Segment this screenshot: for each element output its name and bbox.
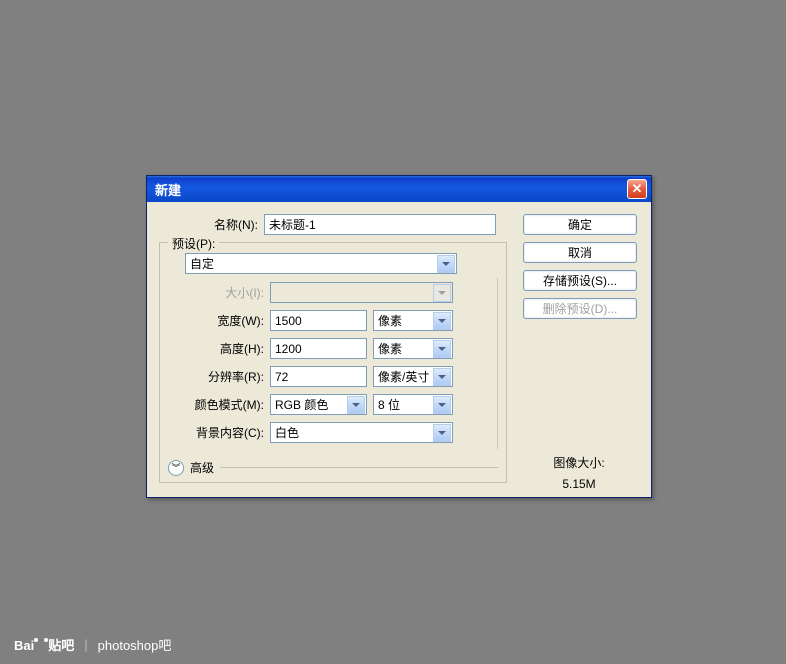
resolution-label: 分辨率(R): [186, 368, 270, 385]
cancel-button[interactable]: 取消 [523, 242, 637, 263]
divider [220, 467, 498, 468]
delete-preset-button: 删除预设(D)... [523, 298, 637, 319]
chevron-down-icon [433, 424, 451, 442]
chevron-down-icon [433, 340, 451, 358]
brand-logo: Bai贴吧 [14, 635, 74, 654]
new-document-dialog: 新建 ✕ 名称(N): 预设(P): 自定 [146, 175, 652, 498]
chevron-down-icon [433, 396, 451, 414]
titlebar[interactable]: 新建 ✕ [147, 176, 651, 202]
preset-label: 预设(P): [172, 235, 215, 252]
width-label: 宽度(W): [186, 312, 270, 329]
color-mode-label: 颜色模式(M): [186, 396, 270, 413]
section-name: photoshop吧 [98, 635, 172, 654]
name-label: 名称(N): [159, 216, 264, 233]
chevron-down-icon [433, 312, 451, 330]
save-preset-button[interactable]: 存储预设(S)... [523, 270, 637, 291]
bit-depth-select[interactable]: 8 位 [373, 394, 453, 415]
size-label: 大小(I): [186, 284, 270, 301]
image-size-label: 图像大小: [525, 454, 633, 471]
paw-icon [34, 638, 48, 650]
size-select [270, 282, 453, 303]
height-input[interactable] [270, 338, 367, 359]
bg-content-select[interactable]: 白色 [270, 422, 453, 443]
double-chevron-down-icon: ︾ [171, 461, 180, 474]
resolution-unit-select[interactable]: 像素/英寸 [373, 366, 453, 387]
image-size-value: 5.15M [525, 477, 633, 491]
chevron-down-icon [347, 396, 365, 414]
width-unit-select[interactable]: 像素 [373, 310, 453, 331]
width-input[interactable] [270, 310, 367, 331]
chevron-down-icon [433, 284, 451, 302]
preset-select[interactable]: 自定 [185, 253, 457, 274]
resolution-input[interactable] [270, 366, 367, 387]
color-mode-select[interactable]: RGB 颜色 [270, 394, 367, 415]
height-unit-select[interactable]: 像素 [373, 338, 453, 359]
chevron-down-icon [437, 255, 455, 273]
height-label: 高度(H): [186, 340, 270, 357]
ok-button[interactable]: 确定 [523, 214, 637, 235]
advanced-label: 高级 [190, 459, 214, 476]
name-input[interactable] [264, 214, 496, 235]
chevron-down-icon [433, 368, 451, 386]
dialog-title: 新建 [155, 180, 627, 199]
close-button[interactable]: ✕ [627, 179, 647, 199]
dialog-body: 名称(N): 预设(P): 自定 [147, 202, 651, 497]
advanced-toggle[interactable]: ︾ [168, 460, 184, 476]
bg-content-label: 背景内容(C): [186, 424, 270, 441]
close-icon: ✕ [632, 181, 643, 197]
image-size-info: 图像大小: 5.15M [525, 454, 633, 497]
button-column: 确定 取消 存储预设(S)... 删除预设(D)... [523, 214, 639, 319]
watermark-footer: Bai贴吧 | photoshop吧 [14, 635, 171, 654]
separator: | [84, 637, 87, 652]
